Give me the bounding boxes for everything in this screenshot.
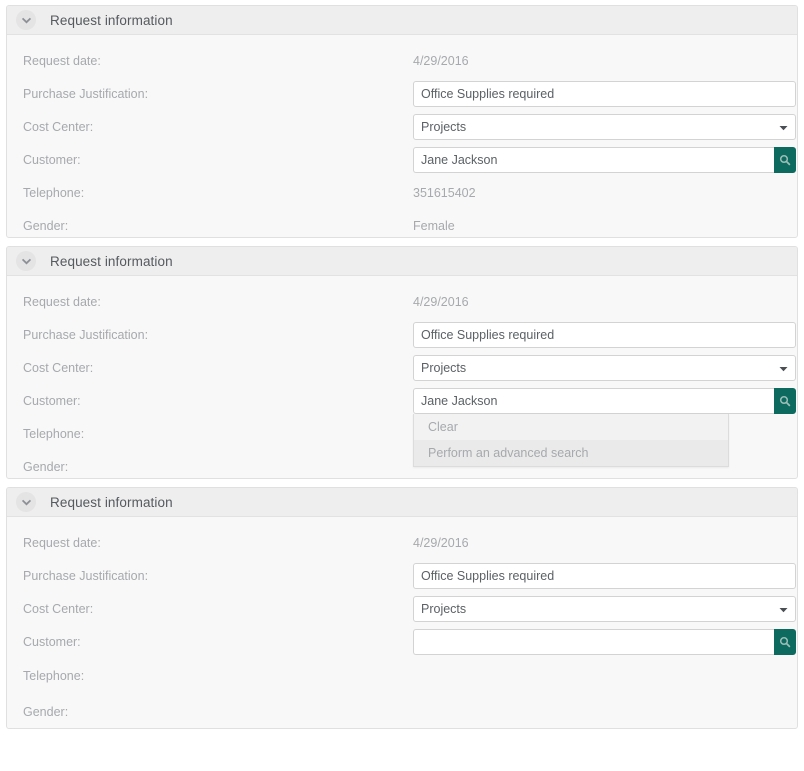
panel-header-3: Request information (7, 488, 797, 517)
panel-header-1: Request information (7, 6, 797, 35)
cost-center-select-value: Projects (413, 113, 796, 140)
row-purchase-justification: Purchase Justification: (7, 318, 797, 351)
row-cost-center: Cost Center: Projects (7, 110, 797, 143)
label-telephone: Telephone: (23, 185, 85, 200)
label-gender: Gender: (23, 705, 69, 719)
row-customer: Customer: (7, 625, 797, 658)
label-telephone: Telephone: (23, 426, 85, 441)
request-information-form: Request information Request date: 4/29/2… (0, 0, 804, 771)
search-icon (779, 154, 791, 165)
panel-body-3: Request date: 4/29/2016 Purchase Justifi… (7, 517, 797, 742)
value-wrap-purchase-justification (413, 562, 796, 589)
value-wrap-cost-center: Projects (413, 595, 796, 622)
label-purchase-justification: Purchase Justification: (23, 568, 149, 583)
label-purchase-justification: Purchase Justification: (23, 327, 149, 342)
search-icon (779, 395, 791, 406)
panel-body-1: Request date: 4/29/2016 Purchase Justifi… (7, 35, 797, 254)
label-request-date: Request date: (23, 535, 101, 550)
value-wrap-purchase-justification (413, 321, 796, 348)
value-wrap-request-date: 4/29/2016 (413, 52, 783, 70)
cost-center-select-value: Projects (413, 595, 796, 622)
request-information-panel-1: Request information Request date: 4/29/2… (6, 5, 798, 238)
row-request-date: Request date: 4/29/2016 (7, 285, 797, 318)
purchase-justification-input[interactable] (413, 80, 796, 107)
row-customer: Customer: Clear Perform an advanced (7, 384, 797, 467)
value-telephone: 351615402 (413, 185, 476, 200)
chevron-down-icon[interactable] (16, 10, 36, 30)
value-wrap-gender (413, 703, 783, 721)
customer-lookup (413, 628, 796, 655)
row-customer: Customer: (7, 143, 797, 176)
value-wrap-telephone (413, 667, 783, 685)
value-wrap-customer (413, 146, 796, 173)
panel-title: Request information (50, 253, 173, 269)
value-wrap-cost-center: Projects (413, 354, 796, 381)
row-cost-center: Cost Center: Projects (7, 592, 797, 625)
customer-search-button[interactable] (774, 146, 796, 173)
purchase-justification-input[interactable] (413, 562, 796, 589)
cost-center-select[interactable]: Projects (413, 113, 796, 140)
label-customer: Customer: (23, 634, 81, 649)
customer-input[interactable] (413, 387, 774, 414)
label-customer: Customer: (23, 152, 81, 167)
label-cost-center: Cost Center: (23, 601, 94, 616)
row-request-date: Request date: 4/29/2016 (7, 44, 797, 77)
chevron-down-icon[interactable] (16, 492, 36, 512)
value-request-date: 4/29/2016 (413, 535, 469, 550)
label-request-date: Request date: (23, 294, 101, 309)
customer-lookup (413, 146, 796, 173)
suggestion-item-clear[interactable]: Clear (414, 413, 728, 440)
request-information-panel-3: Request information Request date: 4/29/2… (6, 487, 798, 729)
label-purchase-justification: Purchase Justification: (23, 86, 149, 101)
value-request-date: 4/29/2016 (413, 294, 469, 309)
row-request-date: Request date: 4/29/2016 (7, 526, 797, 559)
panel-title: Request information (50, 12, 173, 28)
purchase-justification-input[interactable] (413, 321, 796, 348)
label-telephone: Telephone: (23, 669, 85, 683)
request-information-panel-2: Request information Request date: 4/29/2… (6, 246, 798, 479)
row-telephone: Telephone: (7, 658, 797, 694)
customer-search-button[interactable] (774, 628, 796, 655)
label-gender: Gender: (23, 218, 69, 233)
suggestion-item-advanced-search[interactable]: Perform an advanced search (414, 440, 728, 466)
value-request-date: 4/29/2016 (413, 53, 469, 68)
value-wrap-customer (413, 628, 796, 655)
row-cost-center: Cost Center: Projects (7, 351, 797, 384)
value-wrap-request-date: 4/29/2016 (413, 534, 783, 552)
chevron-down-icon[interactable] (16, 251, 36, 271)
label-request-date: Request date: (23, 53, 101, 68)
search-icon (779, 636, 791, 647)
cost-center-select-value: Projects (413, 354, 796, 381)
label-customer: Customer: (23, 393, 81, 408)
row-purchase-justification: Purchase Justification: (7, 559, 797, 592)
value-wrap-purchase-justification (413, 80, 796, 107)
value-wrap-request-date: 4/29/2016 (413, 293, 783, 311)
value-wrap-gender: Female (413, 217, 783, 235)
row-purchase-justification: Purchase Justification: (7, 77, 797, 110)
customer-lookup: Clear Perform an advanced search (413, 387, 796, 467)
label-cost-center: Cost Center: (23, 360, 94, 375)
row-gender: Gender: (7, 694, 797, 730)
customer-input[interactable] (413, 628, 774, 655)
value-wrap-customer: Clear Perform an advanced search (413, 387, 796, 467)
value-wrap-cost-center: Projects (413, 113, 796, 140)
panel-body-2: Request date: 4/29/2016 Purchase Justifi… (7, 276, 797, 495)
customer-input[interactable] (413, 146, 774, 173)
value-gender: Female (413, 218, 455, 233)
panel-header-2: Request information (7, 247, 797, 276)
customer-search-button[interactable] (774, 387, 796, 414)
customer-suggestion-dropdown: Clear Perform an advanced search (413, 413, 729, 467)
label-cost-center: Cost Center: (23, 119, 94, 134)
cost-center-select[interactable]: Projects (413, 354, 796, 381)
panel-title: Request information (50, 494, 173, 510)
row-telephone: Telephone: 351615402 (7, 176, 797, 209)
cost-center-select[interactable]: Projects (413, 595, 796, 622)
value-wrap-telephone: 351615402 (413, 184, 783, 202)
label-gender: Gender: (23, 459, 69, 474)
row-gender: Gender: Female (7, 209, 797, 242)
